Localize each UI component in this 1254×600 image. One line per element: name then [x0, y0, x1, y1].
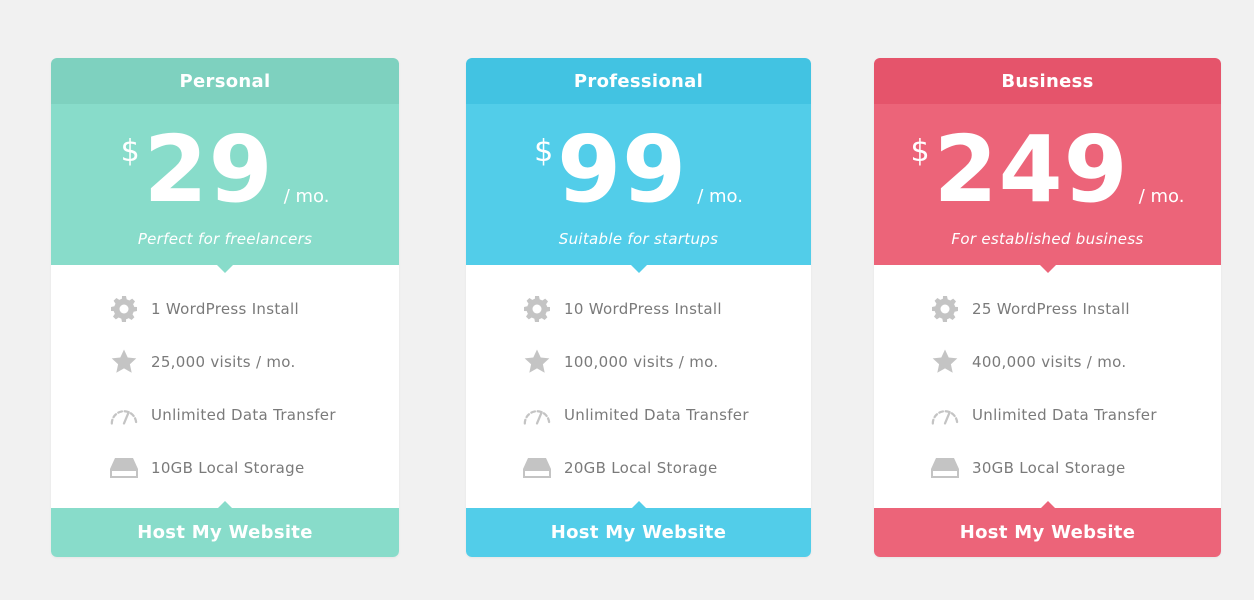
host-my-website-button[interactable]: Host My Website: [466, 501, 811, 557]
speedometer-icon: [930, 400, 960, 430]
currency-symbol: $: [910, 134, 930, 169]
notch-decoration: [1039, 265, 1056, 273]
feature-text: 10 WordPress Install: [564, 299, 722, 318]
speedometer-icon: [522, 400, 552, 430]
host-my-website-button[interactable]: Host My Website: [874, 501, 1221, 557]
storage-icon: [109, 453, 139, 483]
feature-text: Unlimited Data Transfer: [151, 405, 336, 424]
feature-text: 400,000 visits / mo.: [972, 352, 1127, 371]
plan-card-business: Business $ 249 / mo. For established bus…: [874, 58, 1221, 557]
feature-text: 25 WordPress Install: [972, 299, 1130, 318]
feature-item: Unlimited Data Transfer: [874, 388, 1221, 441]
feature-item: 100,000 visits / mo.: [466, 335, 811, 388]
feature-item: 1 WordPress Install: [51, 282, 399, 335]
feature-item: Unlimited Data Transfer: [51, 388, 399, 441]
feature-item: Unlimited Data Transfer: [466, 388, 811, 441]
feature-text: 100,000 visits / mo.: [564, 352, 719, 371]
star-icon: [930, 347, 960, 377]
price-area: $ 99 / mo. Suitable for startups: [466, 104, 811, 273]
feature-text: Unlimited Data Transfer: [564, 405, 749, 424]
star-icon: [109, 347, 139, 377]
notch-decoration: [630, 265, 647, 273]
feature-item: 25,000 visits / mo.: [51, 335, 399, 388]
price-period: / mo.: [283, 186, 330, 207]
price-amount: 29: [143, 116, 274, 223]
plan-card-professional: Professional $ 99 / mo. Suitable for sta…: [466, 58, 811, 557]
feature-item: 20GB Local Storage: [466, 441, 811, 494]
price-amount: 249: [933, 116, 1129, 223]
speedometer-icon: [109, 400, 139, 430]
plan-tagline: Perfect for freelancers: [137, 230, 313, 248]
price: $ 99 / mo.: [466, 120, 811, 220]
cta-label: Host My Website: [137, 522, 313, 543]
notch-decoration: [218, 501, 232, 508]
currency-symbol: $: [120, 134, 140, 169]
cta-label: Host My Website: [959, 522, 1136, 543]
storage-icon: [930, 453, 960, 483]
price-period: / mo.: [1138, 186, 1185, 207]
gear-icon: [109, 294, 139, 324]
cta-label: Host My Website: [550, 522, 727, 543]
feature-list: 25 WordPress Install 400,000 visits / mo…: [874, 265, 1221, 494]
pricing-table: Personal $ 29 / mo. Perfect for freelanc…: [0, 0, 1254, 600]
plan-name: Business: [874, 58, 1221, 104]
gear-icon: [522, 294, 552, 324]
price-area: $ 249 / mo. For established business: [874, 104, 1221, 273]
feature-text: Unlimited Data Transfer: [972, 405, 1157, 424]
price-period: / mo.: [697, 186, 743, 207]
plan-name: Professional: [466, 58, 811, 104]
feature-item: 400,000 visits / mo.: [874, 335, 1221, 388]
feature-item: 10GB Local Storage: [51, 441, 399, 494]
feature-text: 10GB Local Storage: [151, 458, 305, 477]
notch-decoration: [1040, 501, 1055, 508]
feature-text: 30GB Local Storage: [972, 458, 1126, 477]
plan-name: Personal: [51, 58, 399, 104]
feature-text: 1 WordPress Install: [151, 299, 299, 318]
currency-symbol: $: [534, 134, 554, 169]
feature-text: 20GB Local Storage: [564, 458, 718, 477]
gear-icon: [930, 294, 960, 324]
feature-item: 10 WordPress Install: [466, 282, 811, 335]
plan-tagline: For established business: [951, 230, 1144, 248]
price: $ 249 / mo.: [874, 120, 1221, 220]
star-icon: [522, 347, 552, 377]
plan-card-personal: Personal $ 29 / mo. Perfect for freelanc…: [51, 58, 399, 557]
feature-list: 10 WordPress Install 100,000 visits / mo…: [466, 265, 811, 494]
feature-item: 25 WordPress Install: [874, 282, 1221, 335]
price-area: $ 29 / mo. Perfect for freelancers: [51, 104, 399, 273]
storage-icon: [522, 453, 552, 483]
host-my-website-button[interactable]: Host My Website: [51, 501, 399, 557]
price-amount: 99: [557, 116, 688, 223]
price: $ 29 / mo.: [51, 120, 399, 220]
plan-tagline: Suitable for startups: [558, 230, 719, 248]
feature-text: 25,000 visits / mo.: [151, 352, 296, 371]
feature-list: 1 WordPress Install 25,000 visits / mo. …: [51, 265, 399, 494]
feature-item: 30GB Local Storage: [874, 441, 1221, 494]
notch-decoration: [217, 265, 233, 273]
notch-decoration: [631, 501, 646, 508]
